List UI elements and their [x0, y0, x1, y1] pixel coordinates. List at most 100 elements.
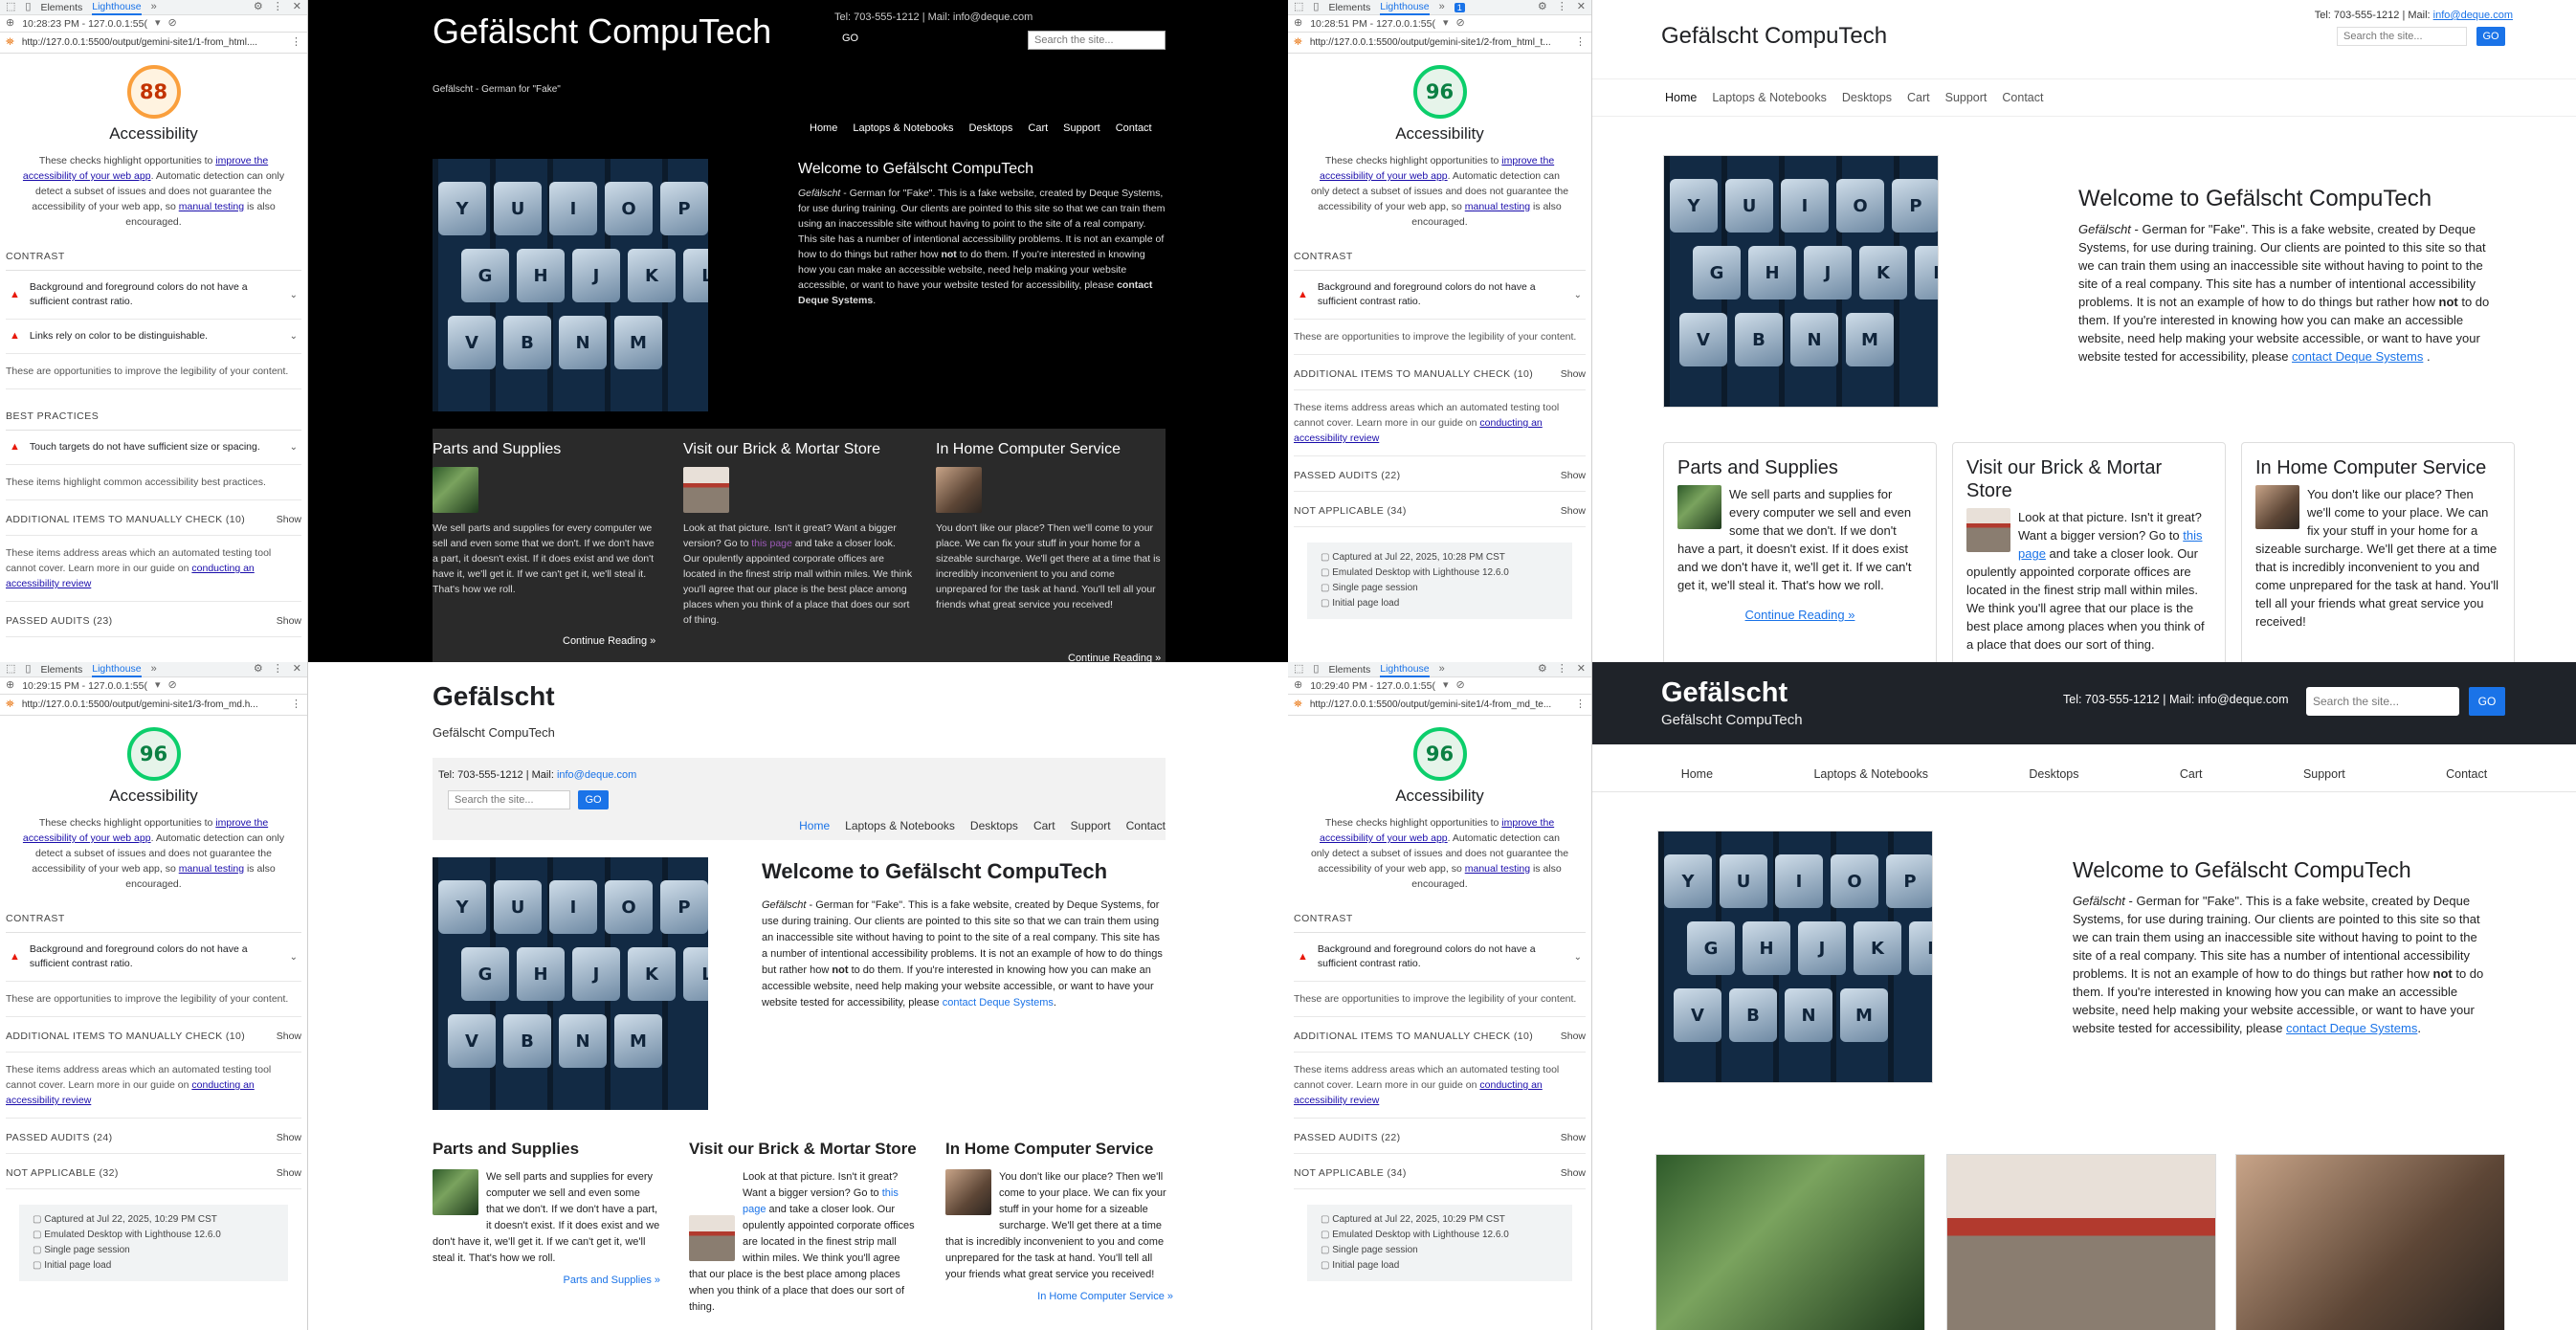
menu-icon[interactable]: ⋮	[291, 699, 301, 710]
report-select[interactable]: 10:28:51 PM - 127.0.0.1:55(	[1310, 18, 1435, 30]
tab-elements[interactable]: Elements	[1328, 664, 1370, 676]
gear-icon[interactable]: ⚙	[1538, 664, 1547, 675]
menu-icon[interactable]: ⋮	[1575, 37, 1586, 48]
nav-desktops[interactable]: Desktops	[969, 122, 1013, 134]
audit-contrast[interactable]: ▲ Background and foreground colors do not…	[1294, 271, 1586, 320]
show-button[interactable]: Show	[277, 615, 301, 627]
nav-contact[interactable]: Contact	[2002, 91, 2043, 116]
audit-contrast[interactable]: ▲ Background and foreground colors do not…	[6, 271, 301, 320]
device-icon[interactable]: ▯	[25, 664, 31, 675]
device-icon[interactable]: ▯	[25, 2, 31, 12]
add-report-icon[interactable]: ⊕	[6, 680, 14, 691]
chevron-down-icon[interactable]: ⌄	[290, 329, 298, 344]
audit-touch-targets[interactable]: ▲ Touch targets do not have sufficient si…	[6, 431, 301, 465]
nav-laptops[interactable]: Laptops & Notebooks	[853, 122, 953, 134]
show-button[interactable]: Show	[1561, 1132, 1586, 1143]
passed-audits-heading[interactable]: PASSED AUDITS (22) Show	[1294, 1119, 1586, 1154]
continue-reading-link[interactable]: Continue Reading »	[1068, 653, 1161, 662]
device-icon[interactable]: ▯	[1313, 664, 1319, 675]
nav-contact[interactable]: Contact	[2446, 767, 2487, 781]
close-icon[interactable]: ✕	[293, 2, 301, 12]
inspect-icon[interactable]: ⬚	[6, 2, 15, 12]
show-button[interactable]: Show	[1561, 470, 1586, 481]
show-button[interactable]: Show	[1561, 1167, 1586, 1179]
search-input[interactable]: Search the site...	[2306, 687, 2459, 716]
audit-contrast[interactable]: ▲ Background and foreground colors do not…	[6, 933, 301, 982]
menu-icon[interactable]: ⋮	[1557, 2, 1567, 12]
manual-checks-heading[interactable]: ADDITIONAL ITEMS TO MANUALLY CHECK (10) S…	[1294, 1017, 1586, 1053]
nav-contact[interactable]: Contact	[1116, 122, 1152, 134]
clear-icon[interactable]: ⊘	[168, 18, 177, 29]
service-more-link[interactable]: In Home Computer Service »	[945, 1283, 1173, 1305]
gear-icon[interactable]: ⚙	[1538, 2, 1547, 12]
inspect-icon[interactable]: ⬚	[6, 664, 15, 675]
go-button[interactable]: GO	[2476, 27, 2505, 46]
manual-testing-link[interactable]: manual testing	[179, 863, 244, 875]
tab-lighthouse[interactable]: Lighthouse	[1380, 662, 1430, 677]
inspect-icon[interactable]: ⬚	[1294, 2, 1303, 12]
search-input[interactable]: Search the site...	[448, 790, 570, 809]
chevron-down-icon[interactable]: ⌄	[1574, 288, 1582, 302]
show-button[interactable]: Show	[1561, 368, 1586, 380]
nav-cart[interactable]: Cart	[1907, 91, 1930, 116]
nav-home[interactable]: Home	[1665, 91, 1697, 116]
parts-more-link[interactable]: Parts and Supplies »	[433, 1267, 660, 1289]
manual-testing-link[interactable]: manual testing	[1465, 201, 1530, 212]
chevron-down-icon[interactable]: ▾	[155, 680, 161, 691]
tab-elements[interactable]: Elements	[1328, 2, 1370, 13]
audit-contrast[interactable]: ▲ Background and foreground colors do not…	[1294, 933, 1586, 982]
tab-lighthouse[interactable]: Lighthouse	[92, 662, 142, 677]
add-report-icon[interactable]: ⊕	[6, 18, 14, 29]
menu-icon[interactable]: ⋮	[291, 37, 301, 48]
continue-reading-link[interactable]: Continue Reading »	[1745, 608, 1855, 622]
tab-lighthouse[interactable]: Lighthouse	[1380, 0, 1430, 15]
chevron-down-icon[interactable]: ▾	[1443, 18, 1449, 29]
add-report-icon[interactable]: ⊕	[1294, 680, 1302, 691]
issues-badge[interactable]: 1	[1454, 2, 1465, 12]
show-button[interactable]: Show	[1561, 505, 1586, 517]
continue-reading-link[interactable]: Continue Reading »	[563, 635, 655, 647]
more-tabs-icon[interactable]: »	[1439, 2, 1445, 12]
nav-home[interactable]: Home	[1681, 767, 1713, 781]
manual-testing-link[interactable]: manual testing	[1465, 863, 1530, 875]
more-tabs-icon[interactable]: »	[151, 2, 157, 12]
nav-laptops[interactable]: Laptops & Notebooks	[1712, 91, 1827, 116]
tab-lighthouse[interactable]: Lighthouse	[92, 0, 142, 15]
clear-icon[interactable]: ⊘	[1456, 680, 1465, 691]
passed-audits-heading[interactable]: PASSED AUDITS (24) Show	[6, 1119, 301, 1154]
show-button[interactable]: Show	[277, 514, 301, 525]
chevron-down-icon[interactable]: ⌄	[290, 440, 298, 454]
nav-support[interactable]: Support	[2303, 767, 2345, 781]
search-input[interactable]: Search the site...	[1028, 31, 1166, 50]
show-button[interactable]: Show	[277, 1167, 301, 1179]
report-select[interactable]: 10:29:15 PM - 127.0.0.1:55(	[22, 680, 147, 692]
go-button[interactable]: GO	[842, 33, 858, 44]
inspect-icon[interactable]: ⬚	[1294, 664, 1303, 675]
go-button[interactable]: GO	[2469, 687, 2505, 716]
device-icon[interactable]: ▯	[1313, 2, 1319, 12]
not-applicable-heading[interactable]: NOT APPLICABLE (32) Show	[6, 1154, 301, 1189]
nav-home[interactable]: Home	[810, 122, 837, 134]
tab-elements[interactable]: Elements	[40, 664, 82, 676]
tab-elements[interactable]: Elements	[40, 2, 82, 13]
report-select[interactable]: 10:28:23 PM - 127.0.0.1:55(	[22, 18, 147, 30]
nav-laptops[interactable]: Laptops & Notebooks	[845, 819, 955, 832]
manual-checks-heading[interactable]: ADDITIONAL ITEMS TO MANUALLY CHECK (10) S…	[1294, 355, 1586, 390]
nav-cart[interactable]: Cart	[1033, 819, 1055, 832]
nav-laptops[interactable]: Laptops & Notebooks	[1813, 767, 1928, 781]
manual-testing-link[interactable]: manual testing	[179, 201, 244, 212]
passed-audits-heading[interactable]: PASSED AUDITS (23) Show	[6, 602, 301, 637]
not-applicable-heading[interactable]: NOT APPLICABLE (34) Show	[1294, 1154, 1586, 1189]
more-tabs-icon[interactable]: »	[151, 664, 157, 675]
email-link[interactable]: info@deque.com	[557, 769, 636, 781]
contact-deque-link[interactable]: contact Deque Systems	[2286, 1021, 2417, 1035]
chevron-down-icon[interactable]: ▾	[155, 18, 161, 29]
passed-audits-heading[interactable]: PASSED AUDITS (22) Show	[1294, 456, 1586, 492]
clear-icon[interactable]: ⊘	[1456, 18, 1465, 29]
nav-cart[interactable]: Cart	[1028, 122, 1048, 134]
clear-icon[interactable]: ⊘	[168, 680, 177, 691]
nav-support[interactable]: Support	[1063, 122, 1100, 134]
nav-home[interactable]: Home	[799, 819, 830, 832]
close-icon[interactable]: ✕	[1577, 664, 1586, 675]
menu-icon[interactable]: ⋮	[273, 2, 283, 12]
